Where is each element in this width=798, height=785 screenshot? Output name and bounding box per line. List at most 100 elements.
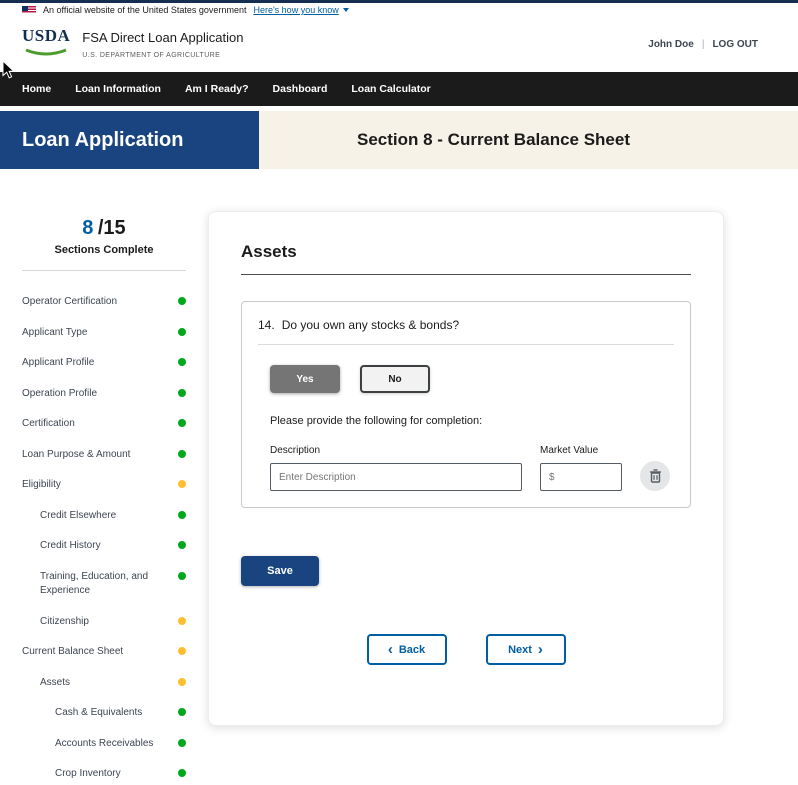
status-dot (178, 647, 186, 655)
sidebar-item[interactable]: Operator Certification (22, 295, 186, 310)
usda-logo-text: USDA (22, 27, 70, 44)
sidebar-item[interactable]: Crop Inventory (22, 767, 186, 782)
app-titles: FSA Direct Loan Application U.S. DEPARTM… (82, 30, 243, 59)
nav-item-loan-calculator[interactable]: Loan Calculator (351, 83, 430, 95)
sidebar-item[interactable]: Operation Profile (22, 387, 186, 402)
progress-caption: Sections Complete (22, 244, 186, 256)
question-box: 14. Do you own any stocks & bonds? Yes N… (241, 301, 691, 508)
status-dot (178, 389, 186, 397)
status-dot (178, 297, 186, 305)
question-text: Do you own any stocks & bonds? (282, 318, 459, 332)
next-button[interactable]: Next (486, 634, 566, 665)
sidebar-item[interactable]: Applicant Type (22, 326, 186, 341)
no-button[interactable]: No (360, 365, 430, 393)
delete-row-button[interactable] (640, 461, 670, 491)
how-you-know-link[interactable]: Here's how you know (253, 5, 348, 15)
sidebar-item[interactable]: Assets (22, 676, 186, 691)
description-input[interactable] (270, 463, 522, 491)
main-nav: Home Loan Information Am I Ready? Dashboard… (0, 72, 798, 106)
status-dot (178, 358, 186, 366)
sidebar-item-label: Citizenship (40, 615, 178, 630)
gov-banner-text: An official website of the United States… (43, 5, 246, 15)
market-value-input[interactable] (540, 463, 622, 491)
usda-logo[interactable]: USDA (22, 27, 70, 62)
page-title: Loan Application (0, 111, 259, 169)
sidebar-item[interactable]: Training, Education, and Experience (22, 570, 186, 599)
yes-button[interactable]: Yes (270, 365, 340, 393)
fields-row: Description Market Value (270, 445, 674, 491)
sidebar-item[interactable]: Current Balance Sheet (22, 645, 186, 660)
progress-total: /15 (98, 217, 126, 239)
us-flag-icon (22, 6, 36, 14)
sidebar-item[interactable]: Credit History (22, 539, 186, 554)
description-field-group: Description (270, 445, 522, 491)
question-rule (258, 344, 674, 345)
nav-item-home[interactable]: Home (22, 83, 51, 95)
sidebar-item-label: Cash & Equivalents (55, 706, 178, 721)
card-title: Assets (241, 242, 691, 262)
user-area: John Doe | LOG OUT (648, 39, 758, 50)
progress-indicator: 8 /15 Sections Complete (22, 217, 186, 256)
status-dot (178, 572, 186, 580)
sidebar-item-label: Crop Inventory (55, 767, 178, 782)
how-you-know-label: Here's how you know (253, 5, 338, 15)
sidebar-item[interactable]: Applicant Profile (22, 356, 186, 371)
status-dot (178, 450, 186, 458)
yes-no-toggle: Yes No (270, 365, 674, 393)
nav-item-loan-information[interactable]: Loan Information (75, 83, 161, 95)
gov-banner: An official website of the United States… (0, 3, 798, 17)
section-title: Section 8 - Current Balance Sheet (259, 111, 798, 169)
sidebar-item-label: Applicant Profile (22, 356, 178, 371)
status-dot (178, 328, 186, 336)
status-dot (178, 419, 186, 427)
market-value-label: Market Value (540, 445, 622, 456)
progress-current: 8 (82, 217, 93, 239)
sidebar-item-label: Operation Profile (22, 387, 178, 402)
description-label: Description (270, 445, 522, 456)
sidebar: 8 /15 Sections Complete Operator Certifi… (0, 211, 208, 785)
nav-item-dashboard[interactable]: Dashboard (273, 83, 328, 95)
sidebar-item-label: Applicant Type (22, 326, 178, 341)
sidebar-item-label: Eligibility (22, 478, 178, 493)
caret-down-icon (343, 8, 349, 12)
sidebar-item-label: Certification (22, 417, 178, 432)
user-name: John Doe (648, 39, 694, 50)
sidebar-item-label: Current Balance Sheet (22, 645, 178, 660)
card-title-rule (241, 274, 691, 275)
save-button[interactable]: Save (241, 556, 319, 586)
status-dot (178, 511, 186, 519)
sidebar-item[interactable]: Credit Elsewhere (22, 509, 186, 524)
sidebar-item-label: Accounts Receivables (55, 737, 178, 752)
title-band: Loan Application Section 8 - Current Bal… (0, 111, 798, 169)
question-line: 14. Do you own any stocks & bonds? (258, 318, 674, 332)
status-dot (178, 769, 186, 777)
sidebar-section-list: Operator Certification Applicant Type Appl… (22, 295, 186, 785)
sidebar-item[interactable]: Certification (22, 417, 186, 432)
status-dot (178, 480, 186, 488)
nav-item-am-i-ready[interactable]: Am I Ready? (185, 83, 249, 95)
chevron-right-icon (538, 642, 543, 657)
sidebar-item[interactable]: Loan Purpose & Amount (22, 448, 186, 463)
trash-icon (649, 469, 662, 483)
sidebar-item[interactable]: Eligibility (22, 478, 186, 493)
sidebar-item[interactable]: Citizenship (22, 615, 186, 630)
sidebar-item-label: Assets (40, 676, 178, 691)
status-dot (178, 678, 186, 686)
sidebar-item[interactable]: Accounts Receivables (22, 737, 186, 752)
market-value-field-group: Market Value (540, 445, 622, 491)
helper-text: Please provide the following for complet… (270, 415, 674, 427)
next-button-label: Next (508, 644, 532, 656)
nav-buttons: Back Next (241, 634, 691, 665)
content-area: 8 /15 Sections Complete Operator Certifi… (0, 169, 798, 785)
logout-button[interactable]: LOG OUT (712, 39, 758, 50)
usda-swoosh-icon (24, 48, 68, 57)
status-dot (178, 617, 186, 625)
sidebar-divider (22, 270, 186, 271)
status-dot (178, 708, 186, 716)
app-title: FSA Direct Loan Application (82, 30, 243, 45)
sidebar-item-label: Training, Education, and Experience (40, 570, 178, 599)
status-dot (178, 739, 186, 747)
sidebar-item[interactable]: Cash & Equivalents (22, 706, 186, 721)
back-button[interactable]: Back (367, 634, 447, 665)
site-header: USDA FSA Direct Loan Application U.S. DE… (0, 17, 798, 72)
